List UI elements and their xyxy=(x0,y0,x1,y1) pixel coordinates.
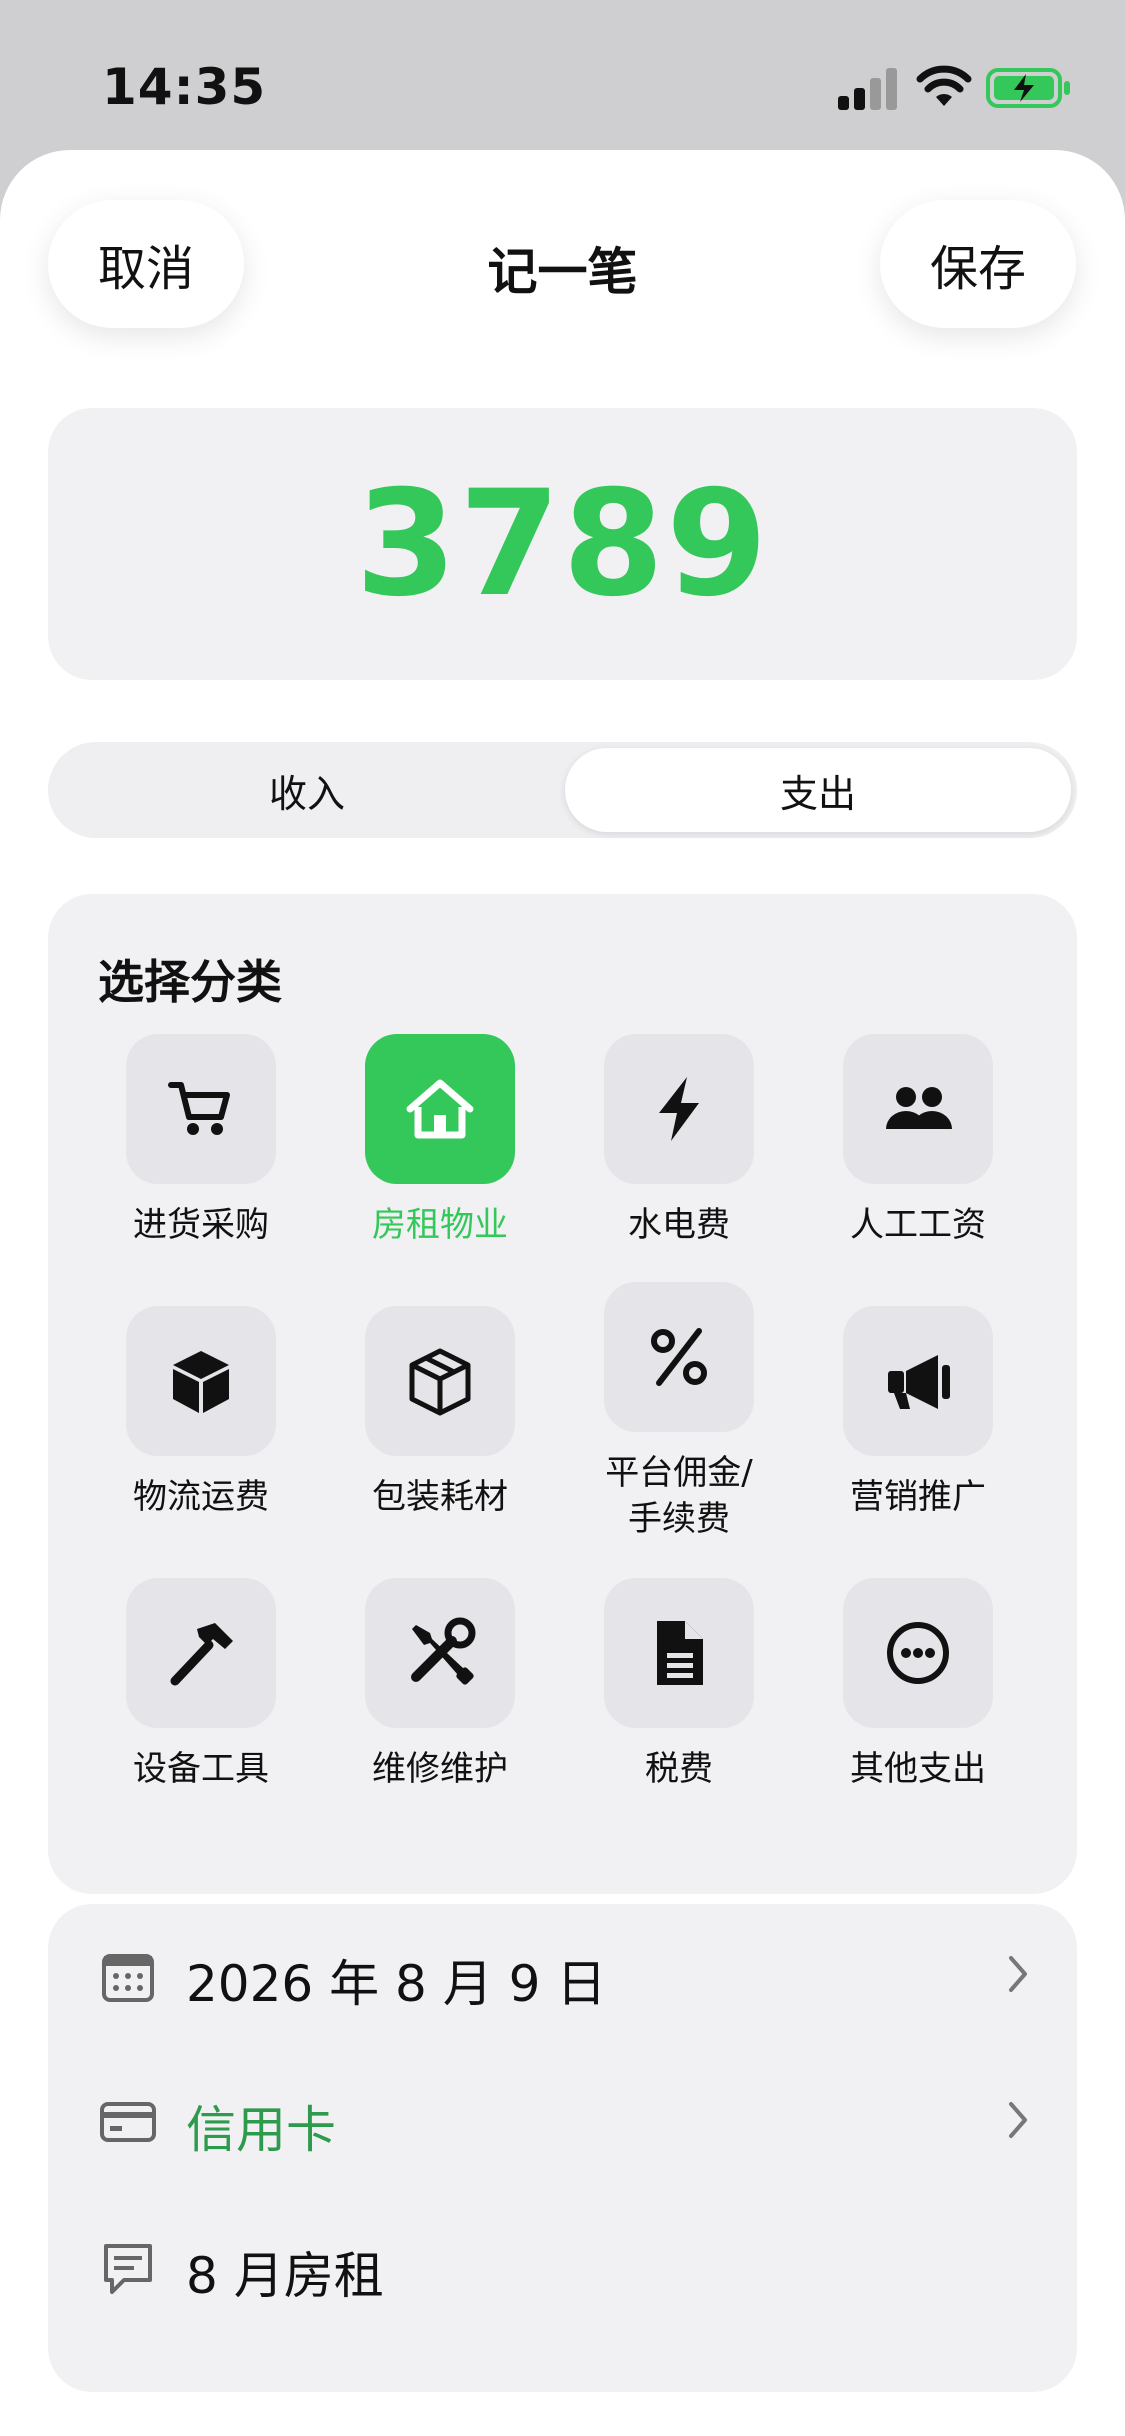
date-value: 2026 年 8 月 9 日 xyxy=(186,1955,607,2013)
comment-icon xyxy=(104,2244,152,2294)
tab-expense[interactable]: 支出 xyxy=(565,748,1071,832)
details-card: 2026 年 8 月 9 日 信用卡 8 月房租 xyxy=(48,1904,1077,2392)
category-label: 房租物业 xyxy=(372,1205,508,1245)
account-value: 信用卡 xyxy=(186,2101,336,2159)
category-label: 其他支出 xyxy=(850,1749,986,1789)
note-value: 8 月房租 xyxy=(186,2247,384,2305)
chevron-right-icon xyxy=(1009,2102,1027,2138)
category-label: 维修维护 xyxy=(372,1749,508,1789)
wifi-icon xyxy=(916,65,972,106)
category-purchase[interactable]: 进货采购 xyxy=(96,1034,306,1248)
credit-card-icon xyxy=(100,2102,156,2142)
tools-icon xyxy=(365,1578,515,1728)
house-icon xyxy=(365,1034,515,1184)
box-outline-icon xyxy=(365,1306,515,1456)
category-equipment[interactable]: 设备工具 xyxy=(96,1578,306,1792)
category-marketing[interactable]: 营销推广 xyxy=(813,1306,1023,1520)
category-label: 包装耗材 xyxy=(372,1477,508,1517)
category-tax[interactable]: 税费 xyxy=(574,1578,784,1792)
type-segmented-control: 收入 支出 xyxy=(48,742,1077,838)
category-rent[interactable]: 房租物业 xyxy=(335,1034,545,1248)
status-time: 14:35 xyxy=(102,58,267,116)
category-label: 进货采购 xyxy=(133,1205,269,1245)
cellular-signal-icon xyxy=(838,66,898,110)
category-other[interactable]: 其他支出 xyxy=(813,1578,1023,1792)
document-icon xyxy=(604,1578,754,1728)
battery-charging-icon xyxy=(986,68,1070,108)
hammer-icon xyxy=(126,1578,276,1728)
amount-value: 3789 xyxy=(355,459,770,629)
save-button[interactable]: 保存 xyxy=(880,200,1076,328)
amount-display[interactable]: 3789 xyxy=(48,408,1077,680)
category-section-title: 选择分类 xyxy=(98,955,282,1009)
note-row[interactable]: 8 月房租 xyxy=(48,2196,1077,2336)
category-label: 人工工资 xyxy=(850,1205,986,1245)
cart-icon xyxy=(126,1034,276,1184)
category-wages[interactable]: 人工工资 xyxy=(813,1034,1023,1248)
category-label: 设备工具 xyxy=(133,1749,269,1789)
calendar-icon xyxy=(102,1954,154,2002)
bolt-icon xyxy=(604,1034,754,1184)
category-label: 平台佣金/手续费 xyxy=(605,1453,753,1539)
category-packaging[interactable]: 包装耗材 xyxy=(335,1306,545,1520)
more-icon xyxy=(843,1578,993,1728)
category-label: 税费 xyxy=(645,1749,713,1789)
category-repair[interactable]: 维修维护 xyxy=(335,1578,545,1792)
box-filled-icon xyxy=(126,1306,276,1456)
add-record-sheet: 取消 记一笔 保存 3789 收入 支出 选择分类 进货采购 房租物业 水电费 … xyxy=(0,150,1125,2436)
percent-icon xyxy=(604,1282,754,1432)
category-label: 营销推广 xyxy=(850,1477,986,1517)
people-icon xyxy=(843,1034,993,1184)
chevron-right-icon xyxy=(1009,1956,1027,1992)
tab-income[interactable]: 收入 xyxy=(54,748,560,832)
category-card: 选择分类 进货采购 房租物业 水电费 人工工资 物流运费 包装耗材 平台佣金/手… xyxy=(48,894,1077,1894)
account-row[interactable]: 信用卡 xyxy=(48,2050,1077,2190)
date-row[interactable]: 2026 年 8 月 9 日 xyxy=(48,1904,1077,2044)
category-logistics[interactable]: 物流运费 xyxy=(96,1306,306,1520)
category-platform-fee[interactable]: 平台佣金/手续费 xyxy=(574,1282,784,1542)
megaphone-icon xyxy=(843,1306,993,1456)
category-utilities[interactable]: 水电费 xyxy=(574,1034,784,1248)
category-label: 物流运费 xyxy=(133,1477,269,1517)
category-label: 水电费 xyxy=(628,1205,730,1245)
status-bar: 14:35 xyxy=(0,0,1125,150)
